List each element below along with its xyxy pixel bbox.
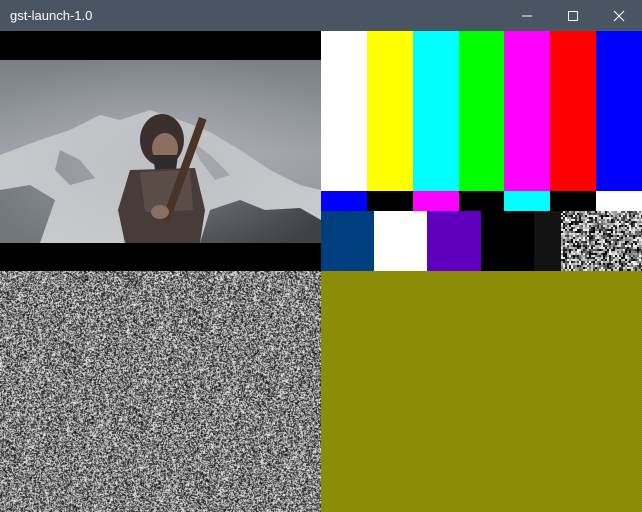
pluge-bar [321, 211, 375, 271]
color-bar [367, 31, 414, 191]
color-bar [504, 31, 551, 191]
minimize-button[interactable] [504, 0, 550, 31]
color-bar [321, 31, 368, 191]
close-button[interactable] [596, 0, 642, 31]
minimize-icon [522, 15, 532, 16]
video-area [0, 31, 642, 512]
color-bar [550, 31, 597, 191]
pluge-bar [481, 211, 535, 271]
close-icon [613, 10, 625, 21]
pluge-bar [427, 211, 482, 271]
window-title: gst-launch-1.0 [10, 8, 93, 23]
castellation-bar [413, 191, 460, 211]
castellation-bar [550, 191, 597, 211]
color-bar [413, 31, 460, 191]
title-bar[interactable]: gst-launch-1.0 [0, 0, 642, 31]
snow-quadrant [0, 271, 321, 512]
castellation-bar [459, 191, 506, 211]
movie-frame [0, 60, 321, 243]
noise-block [561, 211, 642, 271]
pluge-bar [534, 211, 562, 271]
movie-quadrant [0, 31, 321, 271]
color-bar [459, 31, 506, 191]
maximize-button[interactable] [550, 0, 596, 31]
castellation-bar [504, 191, 551, 211]
castellation-bar [596, 191, 642, 211]
maximize-icon [568, 10, 578, 21]
app-window: gst-launch-1.0 [0, 0, 642, 512]
test-pattern-quadrant [321, 31, 642, 271]
checkers-quadrant [321, 271, 642, 512]
checkers-pattern [321, 271, 642, 512]
smpte-color-bars [321, 31, 642, 271]
snow-noise [0, 271, 321, 512]
castellation-bar [367, 191, 414, 211]
castellation-bar [321, 191, 368, 211]
pluge-bar [374, 211, 428, 271]
color-bar [596, 31, 642, 191]
